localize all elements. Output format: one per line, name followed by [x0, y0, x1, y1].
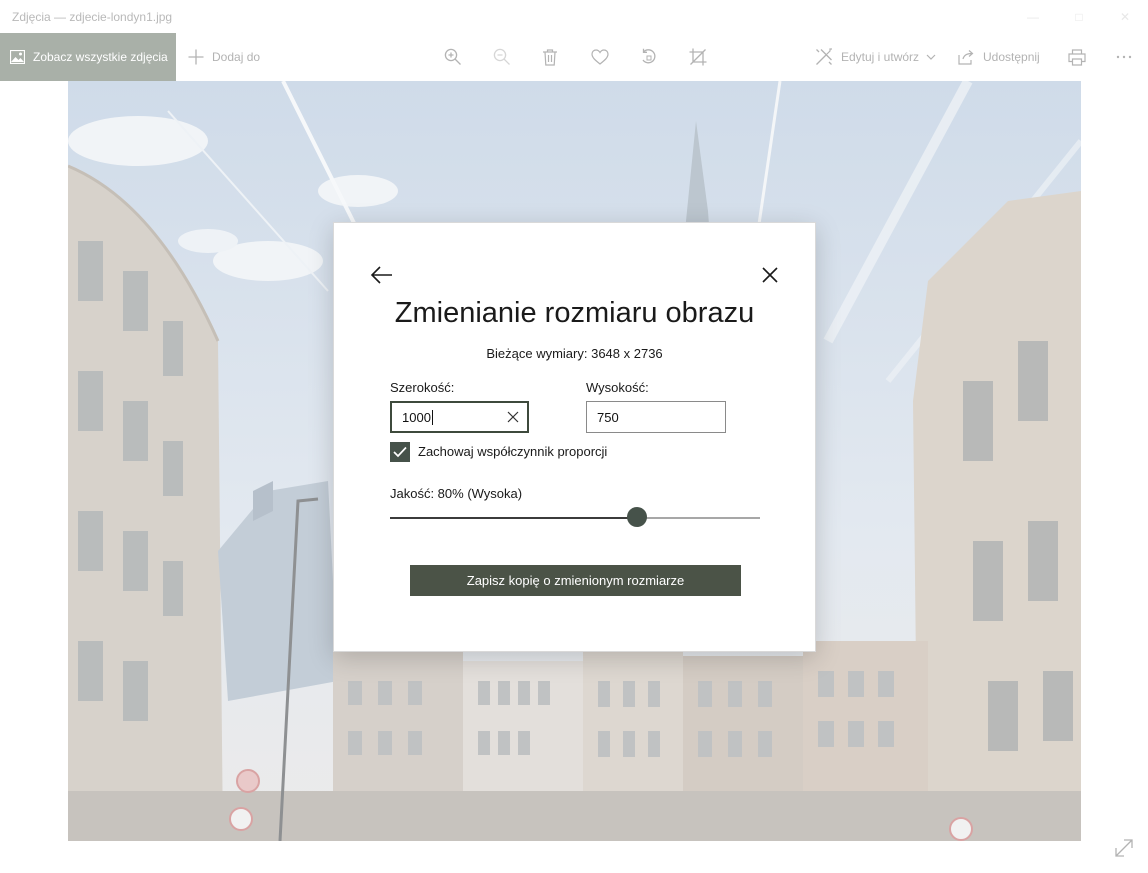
rotate-icon: [642, 48, 656, 64]
zoom-in-icon: [444, 48, 461, 65]
back-arrow-icon[interactable]: [370, 263, 394, 287]
trash-icon: [543, 48, 557, 66]
print-icon: [1068, 48, 1086, 66]
plus-icon: [188, 49, 204, 65]
more-icon: [1116, 55, 1132, 59]
checkmark-icon: [393, 446, 407, 458]
zoom-out-button[interactable]: [493, 33, 511, 81]
share-button[interactable]: Udostępnij: [958, 33, 1040, 81]
favorite-button[interactable]: [591, 33, 609, 81]
zoom-in-button[interactable]: [444, 33, 462, 81]
chevron-down-icon: [926, 54, 936, 60]
add-to-label: Dodaj do: [212, 50, 261, 64]
window-controls: — □ ✕: [1010, 0, 1148, 33]
heart-icon: [591, 49, 609, 65]
share-label: Udostępnij: [983, 50, 1040, 64]
title-bar: Zdjęcia — zdjecie-londyn1.jpg — □ ✕: [0, 0, 1148, 33]
save-resized-copy-button[interactable]: Zapisz kopię o zmienionym rozmiarze: [410, 565, 741, 596]
see-all-photos-label: Zobacz wszystkie zdjęcia: [33, 50, 168, 64]
minimize-button[interactable]: —: [1010, 0, 1056, 33]
height-input[interactable]: 750: [586, 401, 726, 433]
width-value: 1000: [402, 409, 431, 425]
clear-icon[interactable]: [507, 411, 519, 423]
quality-label: Jakość: 80% (Wysoka): [390, 486, 523, 501]
print-button[interactable]: [1068, 33, 1086, 81]
edit-create-label: Edytuj i utwórz: [841, 50, 920, 64]
see-all-photos-button[interactable]: Zobacz wszystkie zdjęcia: [0, 33, 176, 81]
edit-create-button[interactable]: Edytuj i utwórz: [815, 33, 936, 81]
quality-slider-thumb[interactable]: [626, 507, 647, 527]
delete-button[interactable]: [542, 33, 558, 81]
more-options-button[interactable]: [1116, 33, 1132, 81]
dialog-title: Zmienianie rozmiaru obrazu: [394, 297, 755, 329]
window-title: Zdjęcia — zdjecie-londyn1.jpg: [12, 9, 173, 24]
keep-aspect-ratio-checkbox[interactable]: [390, 442, 410, 462]
toolbar: Zobacz wszystkie zdjęcia Dodaj do Edytuj…: [0, 33, 1148, 81]
keep-aspect-ratio-label: Zachowaj współczynnik proporcji: [418, 444, 608, 459]
maximize-button[interactable]: □: [1056, 0, 1102, 33]
photos-icon: [10, 50, 25, 64]
edit-create-icon: [816, 48, 832, 65]
quality-slider-track[interactable]: [390, 517, 760, 519]
height-label: Wysokość:: [586, 380, 649, 395]
current-dimensions: Bieżące wymiary: 3648 x 2736: [486, 346, 663, 361]
crop-button[interactable]: [689, 33, 707, 81]
close-window-button[interactable]: ✕: [1102, 0, 1148, 33]
width-input[interactable]: 1000: [390, 401, 529, 433]
add-to-button[interactable]: Dodaj do: [188, 33, 260, 81]
rotate-button[interactable]: [640, 33, 658, 81]
resize-dialog: Zmienianie rozmiaru obrazu Bieżące wymia…: [333, 222, 816, 652]
height-value: 750: [597, 409, 619, 425]
expand-icon[interactable]: [1113, 837, 1135, 859]
width-label: Szerokość:: [390, 380, 455, 395]
share-icon: [958, 50, 974, 65]
text-caret: [431, 409, 433, 425]
crop-icon: [689, 48, 707, 66]
close-icon[interactable]: [758, 263, 782, 287]
zoom-out-icon: [493, 48, 510, 65]
quality-slider-fill: [390, 517, 637, 519]
